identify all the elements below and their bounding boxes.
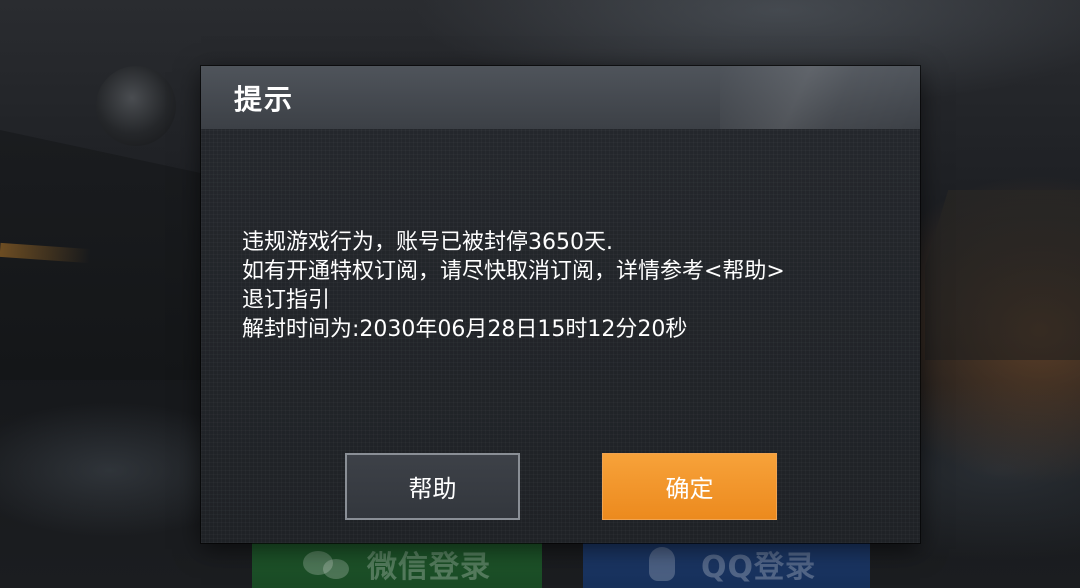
background-structure: [925, 190, 1080, 360]
message-line-subscription: 如有开通特权订阅，请尽快取消订阅，详情参考<帮助>: [242, 259, 785, 284]
ban-notice-dialog: 提示 违规游戏行为，账号已被封停3650天. 如有开通特权订阅，请尽快取消订阅，…: [201, 66, 920, 543]
qq-login-label: QQ登录: [700, 550, 816, 585]
message-line-guide: 退订指引: [242, 288, 331, 313]
wechat-icon: [303, 547, 353, 581]
wechat-login-label: 微信登录: [367, 550, 491, 585]
message-line-ban: 违规游戏行为，账号已被封停3650天.: [242, 230, 613, 255]
dialog-title: 提示: [234, 83, 295, 116]
dialog-header: 提示: [201, 66, 920, 129]
qq-login-button: QQ登录: [583, 540, 870, 588]
qq-penguin-icon: [637, 547, 687, 581]
confirm-button[interactable]: 确定: [602, 453, 777, 520]
wechat-login-button: 微信登录: [252, 540, 542, 588]
header-shine: [720, 66, 920, 129]
dialog-message: 违规游戏行为，账号已被封停3650天. 如有开通特权订阅，请尽快取消订阅，详情参…: [242, 228, 882, 344]
background-lamp: [96, 66, 176, 146]
help-button[interactable]: 帮助: [345, 453, 520, 520]
message-line-unban-time: 解封时间为:2030年06月28日15时12分20秒: [242, 317, 688, 342]
